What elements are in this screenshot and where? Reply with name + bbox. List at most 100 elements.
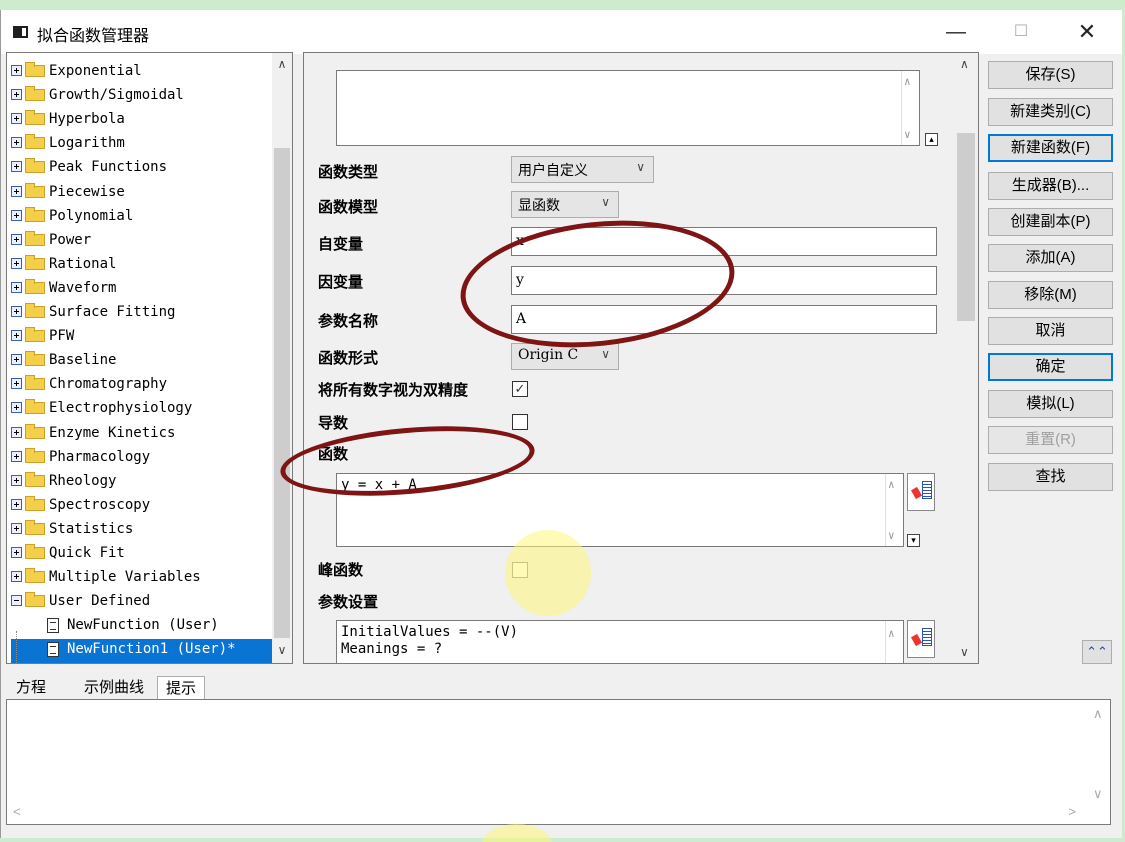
folder-icon	[25, 447, 45, 463]
folder-icon	[25, 182, 45, 198]
folder-icon	[25, 399, 45, 415]
tree-category-label: Surface Fitting	[49, 304, 176, 320]
scroll-up-icon[interactable]: ∧	[960, 57, 969, 71]
expand-icon[interactable]	[11, 209, 22, 221]
tab-equation[interactable]: 方程	[8, 676, 54, 700]
expand-icon[interactable]	[11, 233, 22, 245]
expand-icon[interactable]	[11, 113, 22, 125]
expand-icon[interactable]	[11, 450, 22, 462]
simulate-button[interactable]: 模拟(L)	[988, 390, 1113, 418]
tree-category-label: Piecewise	[49, 183, 125, 200]
folder-icon	[25, 206, 45, 222]
expand-icon[interactable]	[11, 65, 22, 76]
tree-category-label: Polynomial	[49, 207, 134, 224]
duplicate-button[interactable]: 创建副本(P)	[988, 208, 1113, 236]
function-model-label: 函数模型	[318, 199, 379, 216]
description-expand-icon[interactable]: ▴	[925, 133, 938, 146]
find-button[interactable]: 查找	[988, 463, 1113, 491]
folder-icon	[25, 134, 45, 150]
expand-icon[interactable]	[11, 378, 22, 390]
minimize-button[interactable]: —	[936, 16, 976, 48]
function-expand-icon[interactable]: ▾	[907, 534, 920, 547]
new-category-button[interactable]: 新建类别(C)	[988, 98, 1113, 126]
expand-icon[interactable]	[11, 426, 22, 438]
scroll-down-icon[interactable]: ∨	[275, 643, 289, 659]
scroll-up-icon[interactable]: ∧	[275, 57, 289, 73]
function-type-select[interactable]: 用户自定义 ∨	[511, 156, 654, 183]
app-icon	[13, 26, 28, 38]
expand-icon[interactable]	[11, 185, 22, 197]
expand-icon[interactable]	[11, 547, 22, 558]
folder-icon	[25, 327, 45, 343]
expand-icon[interactable]	[11, 89, 22, 101]
folder-icon	[25, 544, 45, 559]
tree-function-item[interactable]: NewFunction1 (User)*	[11, 639, 273, 663]
tree-category-label: Enzyme Kinetics	[49, 424, 176, 441]
hints-vertical-scrollbar[interactable]: ∧ ∨	[1088, 700, 1110, 804]
derivative-checkbox[interactable]	[512, 414, 528, 430]
scroll-up-icon: ∧	[1093, 706, 1103, 721]
expand-icon[interactable]	[11, 474, 22, 486]
form-scroll-thumb[interactable]	[957, 133, 975, 321]
new-function-button[interactable]: 新建函数(F)	[988, 134, 1113, 162]
close-button[interactable]: ✕	[1067, 16, 1107, 48]
tree-function-item[interactable]: NewFunction (User)	[11, 615, 273, 639]
expand-icon[interactable]	[11, 306, 22, 317]
derivative-label: 导数	[318, 415, 349, 432]
expand-icon[interactable]	[11, 522, 22, 534]
tree-category-label: Hyperbola	[49, 111, 125, 128]
chevron-down-icon: ∨	[636, 160, 645, 174]
title-bar: 拟合函数管理器 — ☐ ✕	[1, 10, 1122, 54]
parameter-settings-label: 参数设置	[318, 594, 379, 611]
parameter-settings-textarea[interactable]: InitialValues = --(V) Meanings = ? ∧	[336, 620, 904, 663]
remove-button[interactable]: 移除(M)	[988, 281, 1113, 309]
expand-icon[interactable]	[11, 354, 22, 366]
expand-icon[interactable]	[11, 137, 22, 149]
tab-sample-curve[interactable]: 示例曲线	[76, 676, 152, 700]
parameter-editor-icon[interactable]	[907, 620, 935, 658]
folder-icon	[25, 375, 45, 391]
expand-icon[interactable]	[11, 281, 22, 293]
folder-icon	[25, 519, 45, 535]
expand-icon[interactable]	[11, 402, 22, 414]
tree-scroll-thumb[interactable]	[274, 148, 290, 638]
chevron-down-icon: ∨	[601, 195, 610, 209]
tree-category-label: Waveform	[49, 279, 117, 296]
tab-hints[interactable]: 提示	[157, 676, 206, 700]
function-type-label: 函数类型	[318, 164, 379, 181]
expand-icon[interactable]	[11, 161, 22, 173]
function-category-tree[interactable]: Exponential Growth/Sigmoidal Hyperbola Loga…	[6, 52, 293, 664]
tree-category-label: Statistics	[49, 520, 134, 537]
function-file-icon	[47, 642, 59, 658]
hints-horizontal-scrollbar[interactable]: < >	[7, 802, 1110, 824]
code-builder-icon[interactable]	[907, 473, 935, 511]
function-file-icon	[47, 618, 59, 634]
double-precision-checkbox[interactable]: ✓	[512, 381, 528, 397]
folder-icon	[25, 351, 45, 367]
description-textarea[interactable]: ∧ ∨	[336, 70, 920, 146]
save-button[interactable]: 保存(S)	[988, 61, 1113, 89]
cancel-button[interactable]: 取消	[988, 317, 1113, 345]
tree-scrollbar[interactable]: ∧ ∨	[272, 53, 292, 663]
tree-category-label: Growth/Sigmoidal	[49, 87, 184, 104]
form-scrollbar[interactable]: ∧ ∨	[954, 53, 978, 663]
folder-icon	[25, 158, 45, 174]
collapse-icon[interactable]	[11, 595, 22, 607]
expand-icon[interactable]	[11, 498, 22, 510]
add-button[interactable]: 添加(A)	[988, 244, 1113, 272]
tree-category-label: User Defined	[49, 593, 151, 610]
dependent-variable-label: 因变量	[318, 274, 364, 291]
tree-function-label: NewFunction (User)	[67, 617, 219, 634]
maximize-button[interactable]: ☐	[1001, 16, 1041, 48]
ok-button[interactable]: 确定	[988, 353, 1113, 381]
collapse-panel-icon[interactable]: ⌃⌃	[1082, 640, 1112, 664]
expand-icon[interactable]	[11, 330, 22, 342]
function-model-select[interactable]: 显函数 ∨	[511, 191, 619, 218]
generator-button[interactable]: 生成器(B)...	[988, 172, 1113, 200]
tree-category-label: Quick Fit	[49, 545, 125, 561]
tree-category-label: PFW	[49, 328, 75, 345]
scroll-down-icon[interactable]: ∨	[960, 645, 969, 659]
expand-icon[interactable]	[11, 257, 22, 269]
function-form-panel: ∧ ∨ ▴ 函数类型 用户自定义 ∨ 函数模型 显函数 ∨ 自变量 x 因变量 y 参…	[303, 52, 979, 664]
expand-icon[interactable]	[11, 571, 22, 583]
